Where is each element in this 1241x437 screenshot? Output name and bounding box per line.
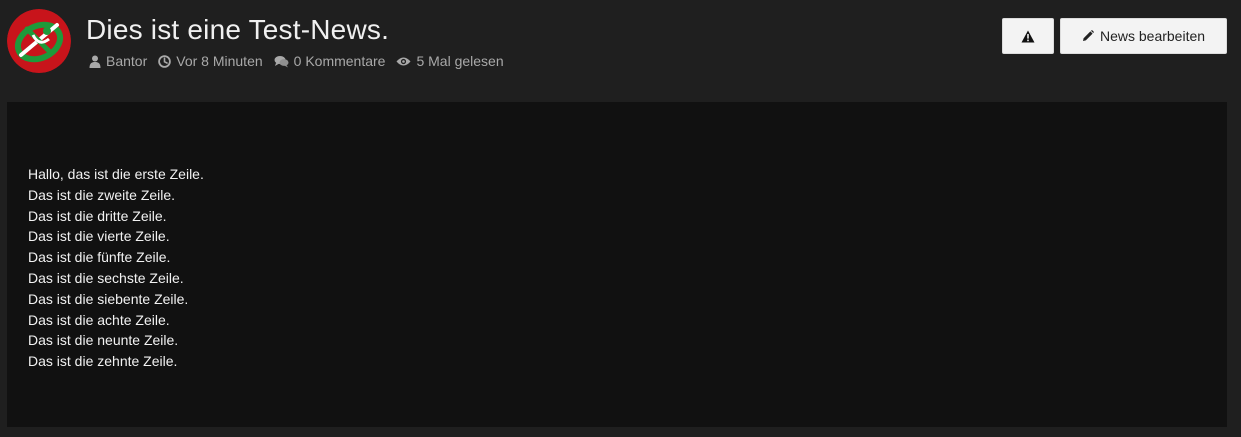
content-line: Das ist die siebente Zeile. <box>28 290 189 307</box>
content-line: Das ist die zehnte Zeile. <box>28 353 178 370</box>
user-icon <box>89 55 101 68</box>
news-page: Dies ist eine Test-News. Bantor Vor 8 Mi… <box>0 0 1241 437</box>
author-name[interactable]: Bantor <box>106 53 147 69</box>
eye-icon <box>396 57 411 65</box>
meta-views: 5 Mal gelesen <box>396 53 504 69</box>
edit-news-button[interactable]: News bearbeiten <box>1060 18 1227 54</box>
news-meta: Bantor Vor 8 Minuten 0 Kommentare 5 Mal … <box>89 53 515 69</box>
content-line: Das ist die achte Zeile. <box>28 311 170 328</box>
meta-author[interactable]: Bantor <box>89 53 147 69</box>
post-time: Vor 8 Minuten <box>176 53 263 69</box>
view-count: 5 Mal gelesen <box>416 53 504 69</box>
page-title: Dies ist eine Test-News. <box>86 14 390 45</box>
content-line: Das ist die neunte Zeile. <box>28 332 179 349</box>
comments-icon <box>274 55 289 67</box>
content-line: Das ist die sechste Zeile. <box>28 269 184 286</box>
comment-count[interactable]: 0 Kommentare <box>294 53 386 69</box>
meta-time: Vor 8 Minuten <box>158 53 263 69</box>
content-line: Das ist die zweite Zeile. <box>28 186 176 203</box>
content-line: Hallo, das ist die erste Zeile. <box>28 166 204 182</box>
avatar-logo-icon <box>7 9 71 73</box>
content-line: Das ist die fünfte Zeile. <box>28 249 171 266</box>
report-button[interactable] <box>1002 18 1054 54</box>
content-line: Das ist die vierte Zeile. <box>28 228 170 245</box>
warning-icon <box>1021 30 1035 42</box>
clock-icon <box>158 54 172 68</box>
pencil-icon <box>1082 30 1094 41</box>
edit-news-label: News bearbeiten <box>1099 28 1206 44</box>
author-avatar[interactable] <box>7 9 71 73</box>
meta-comments[interactable]: 0 Kommentare <box>274 53 386 69</box>
news-content: Hallo, das ist die erste Zeile. Das ist … <box>7 102 1227 427</box>
content-line: Das ist die dritte Zeile. <box>28 207 167 224</box>
